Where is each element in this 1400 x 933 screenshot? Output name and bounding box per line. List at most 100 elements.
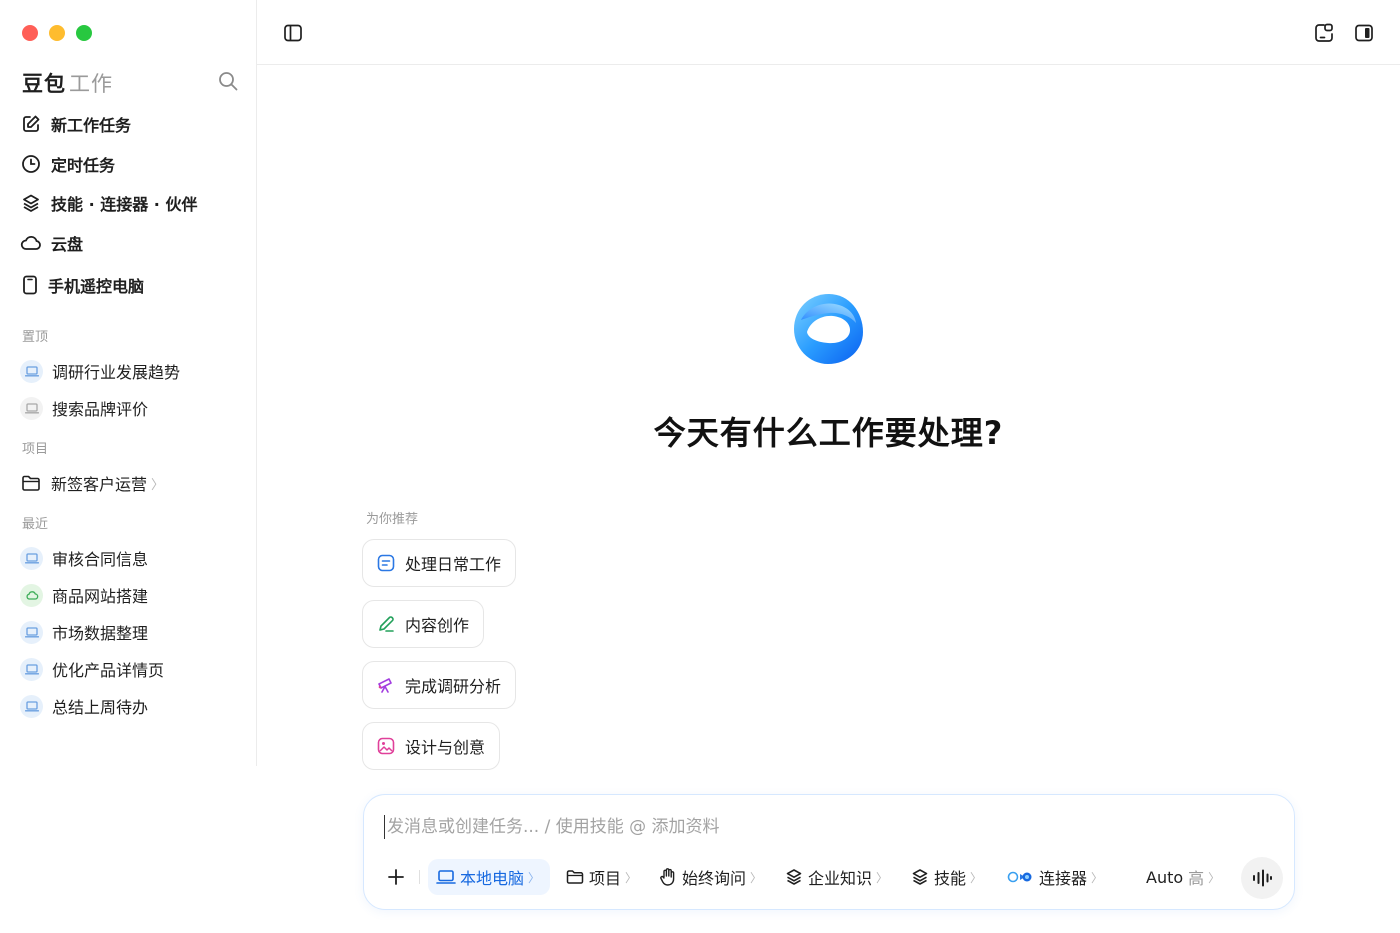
- chip-label: 处理日常工作: [405, 555, 502, 574]
- clock-icon: [20, 153, 42, 175]
- nav-label: 手机遥控电脑: [48, 277, 145, 296]
- laptop-icon: [20, 396, 43, 420]
- pen-icon: [376, 614, 396, 634]
- laptop-icon: [436, 867, 456, 887]
- toggle-sidebar-icon[interactable]: [281, 21, 305, 45]
- recent-item-label: 优化产品详情页: [52, 661, 165, 680]
- recent-item-label: 商品网站搭建: [52, 587, 149, 606]
- nav-label: 云盘: [51, 235, 84, 254]
- always-ask-label: 始终询问: [682, 869, 747, 888]
- model-label: Auto: [1146, 867, 1184, 887]
- nav-cloud-drive[interactable]: 云盘: [20, 228, 83, 258]
- chip-daily-work[interactable]: 处理日常工作: [362, 539, 517, 587]
- pinned-item-label: 搜索品牌评价: [52, 400, 149, 419]
- chip-design-creative[interactable]: 设计与创意: [362, 722, 501, 770]
- search-icon[interactable]: [217, 70, 239, 92]
- image-icon: [376, 736, 396, 756]
- brand-name: 豆包: [22, 72, 66, 96]
- connector-icon: [1006, 867, 1034, 887]
- edit-icon: [20, 113, 42, 135]
- pinned-item[interactable]: 调研行业发展趋势: [20, 356, 180, 386]
- folder-icon: [565, 867, 585, 887]
- sidebar: 豆包 工作 新工作任务 定时任务 技能 · 连接器 · 伙伴 云盘 手机遥控电脑 …: [0, 0, 257, 766]
- connectors-button[interactable]: 连接器 〉: [1006, 859, 1103, 895]
- nav-label: 技能 · 连接器 · 伙伴: [51, 195, 198, 214]
- laptop-icon: [20, 657, 43, 681]
- recent-item[interactable]: 市场数据整理: [20, 617, 148, 647]
- project-item-label: 新签客户运营: [51, 475, 148, 494]
- voice-input-button[interactable]: [1241, 857, 1283, 899]
- new-window-icon[interactable]: [1312, 21, 1336, 45]
- skills-label: 技能: [934, 869, 967, 888]
- always-ask-button[interactable]: 始终询问 〉: [658, 859, 762, 895]
- brand-sub: 工作: [69, 72, 113, 96]
- recent-item-label: 审核合同信息: [52, 550, 149, 569]
- window-controls: [22, 25, 92, 41]
- composer: 本地电脑 〉 项目 〉 始终询问 〉 企业知识 〉 技能 〉 连接器 〉: [363, 794, 1295, 910]
- phone-icon: [20, 274, 40, 296]
- message-input[interactable]: [384, 815, 1264, 839]
- nav-label: 定时任务: [51, 156, 116, 175]
- project-button[interactable]: 项目 〉: [565, 859, 637, 895]
- layers-icon: [20, 192, 42, 214]
- minimize-window-button[interactable]: [49, 25, 65, 41]
- nav-scheduled-task[interactable]: 定时任务: [20, 149, 115, 179]
- chevron-right-icon: 〉: [750, 870, 763, 885]
- toggle-right-panel-icon[interactable]: [1352, 21, 1376, 45]
- add-attachment-icon[interactable]: [382, 863, 410, 891]
- local-computer-label: 本地电脑: [460, 869, 525, 888]
- model-select-button[interactable]: Auto 高 〉: [1146, 859, 1220, 895]
- hand-icon: [658, 867, 678, 887]
- chip-content-creation[interactable]: 内容创作: [362, 600, 485, 648]
- laptop-icon: [20, 620, 43, 644]
- project-item[interactable]: 新签客户运营 〉: [20, 468, 164, 498]
- close-window-button[interactable]: [22, 25, 38, 41]
- recent-item-label: 总结上周待办: [52, 698, 149, 717]
- nav-phone-remote[interactable]: 手机遥控电脑: [20, 270, 144, 300]
- maximize-window-button[interactable]: [76, 25, 92, 41]
- enterprise-knowledge-button[interactable]: 企业知识 〉: [784, 859, 888, 895]
- page-headline: 今天有什么工作要处理?: [653, 414, 1004, 452]
- pinned-item-label: 调研行业发展趋势: [52, 363, 181, 382]
- nav-skills-connectors[interactable]: 技能 · 连接器 · 伙伴: [20, 188, 197, 218]
- chip-label: 完成调研分析: [405, 677, 502, 696]
- laptop-icon: [20, 546, 43, 570]
- laptop-icon: [20, 359, 43, 383]
- cloud-icon: [20, 232, 42, 254]
- divider: [419, 870, 420, 884]
- chevron-right-icon: 〉: [970, 870, 983, 885]
- app-brand: 豆包 工作: [22, 68, 113, 98]
- chevron-right-icon: 〉: [1208, 870, 1221, 885]
- waveform-icon: [1253, 869, 1272, 887]
- nav-label: 新工作任务: [51, 116, 132, 135]
- chevron-right-icon: 〉: [528, 870, 541, 885]
- top-bar: [257, 0, 1400, 65]
- nav-new-task[interactable]: 新工作任务: [20, 109, 131, 139]
- recent-item[interactable]: 优化产品详情页: [20, 654, 164, 684]
- layers-icon: [784, 867, 804, 887]
- recent-item[interactable]: 总结上周待办: [20, 691, 148, 721]
- enterprise-knowledge-label: 企业知识: [808, 869, 873, 888]
- recent-section-label: 最近: [22, 517, 49, 532]
- pinned-item[interactable]: 搜索品牌评价: [20, 393, 148, 423]
- pinned-section-label: 置顶: [22, 330, 49, 345]
- local-computer-button[interactable]: 本地电脑 〉: [428, 859, 551, 895]
- cloud-icon: [20, 583, 43, 607]
- projects-section-label: 项目: [22, 442, 49, 457]
- chevron-right-icon: 〉: [876, 870, 889, 885]
- chevron-right-icon: 〉: [1091, 870, 1104, 885]
- recommend-label: 为你推荐: [366, 512, 419, 527]
- layers-icon: [910, 867, 930, 887]
- chevron-right-icon: 〉: [151, 477, 165, 493]
- skills-button[interactable]: 技能 〉: [910, 859, 982, 895]
- chip-research-analysis[interactable]: 完成调研分析: [362, 661, 517, 709]
- laptop-icon: [20, 694, 43, 718]
- recent-item-label: 市场数据整理: [52, 624, 149, 643]
- model-level-label: 高: [1188, 869, 1205, 888]
- project-label: 项目: [589, 869, 622, 888]
- chip-label: 设计与创意: [405, 738, 486, 757]
- connectors-label: 连接器: [1039, 869, 1088, 888]
- recent-item[interactable]: 审核合同信息: [20, 543, 148, 573]
- folder-icon: [20, 472, 42, 494]
- recent-item[interactable]: 商品网站搭建: [20, 580, 148, 610]
